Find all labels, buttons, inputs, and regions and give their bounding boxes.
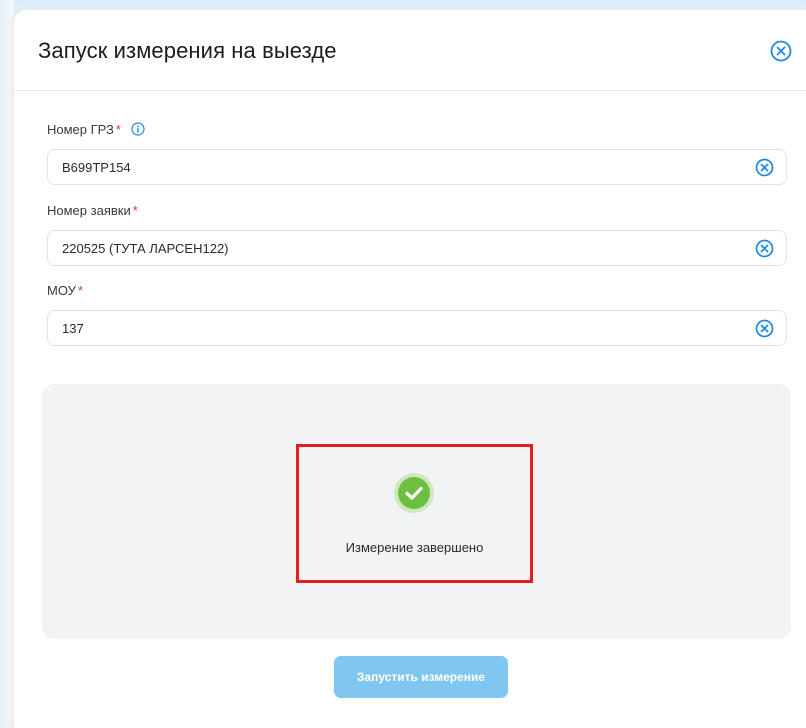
measurement-modal: Запуск измерения на выезде Номер ГРЗ * В6… xyxy=(14,10,806,728)
mou-input-value[interactable]: 137 xyxy=(62,321,84,336)
modal-header: Запуск измерения на выезде xyxy=(14,10,806,91)
field-label-grz: Номер ГРЗ * xyxy=(47,122,145,137)
clear-icon xyxy=(755,319,774,338)
clear-icon xyxy=(755,239,774,258)
modal-title: Запуск измерения на выезде xyxy=(38,38,337,63)
start-measurement-button[interactable]: Запустить измерение xyxy=(334,656,508,698)
field-label-text: МОУ xyxy=(47,283,76,298)
clear-grz-button[interactable] xyxy=(755,158,774,177)
required-mark: * xyxy=(77,283,83,298)
close-icon xyxy=(770,40,792,62)
clear-mou-button[interactable] xyxy=(755,319,774,338)
background-strip xyxy=(0,0,14,728)
mou-input[interactable]: 137 xyxy=(47,310,787,346)
grz-input-value[interactable]: В699ТР154 xyxy=(62,160,131,175)
request-input[interactable]: 220525 (ТУТА ЛАРСЕН122) xyxy=(47,230,787,266)
required-mark: * xyxy=(132,203,138,218)
field-label-text: Номер ГРЗ xyxy=(47,122,114,137)
clear-request-button[interactable] xyxy=(755,239,774,258)
required-mark: * xyxy=(115,122,121,137)
close-button[interactable] xyxy=(770,40,792,62)
field-label-mou: МОУ * xyxy=(47,283,83,298)
field-label-request: Номер заявки * xyxy=(47,203,138,218)
field-label-text: Номер заявки xyxy=(47,203,131,218)
grz-input[interactable]: В699ТР154 xyxy=(47,149,787,185)
clear-icon xyxy=(755,158,774,177)
status-text: Измерение завершено xyxy=(345,540,484,555)
request-input-value[interactable]: 220525 (ТУТА ЛАРСЕН122) xyxy=(62,241,229,256)
check-circle-icon xyxy=(393,472,435,514)
info-icon[interactable] xyxy=(130,122,145,136)
